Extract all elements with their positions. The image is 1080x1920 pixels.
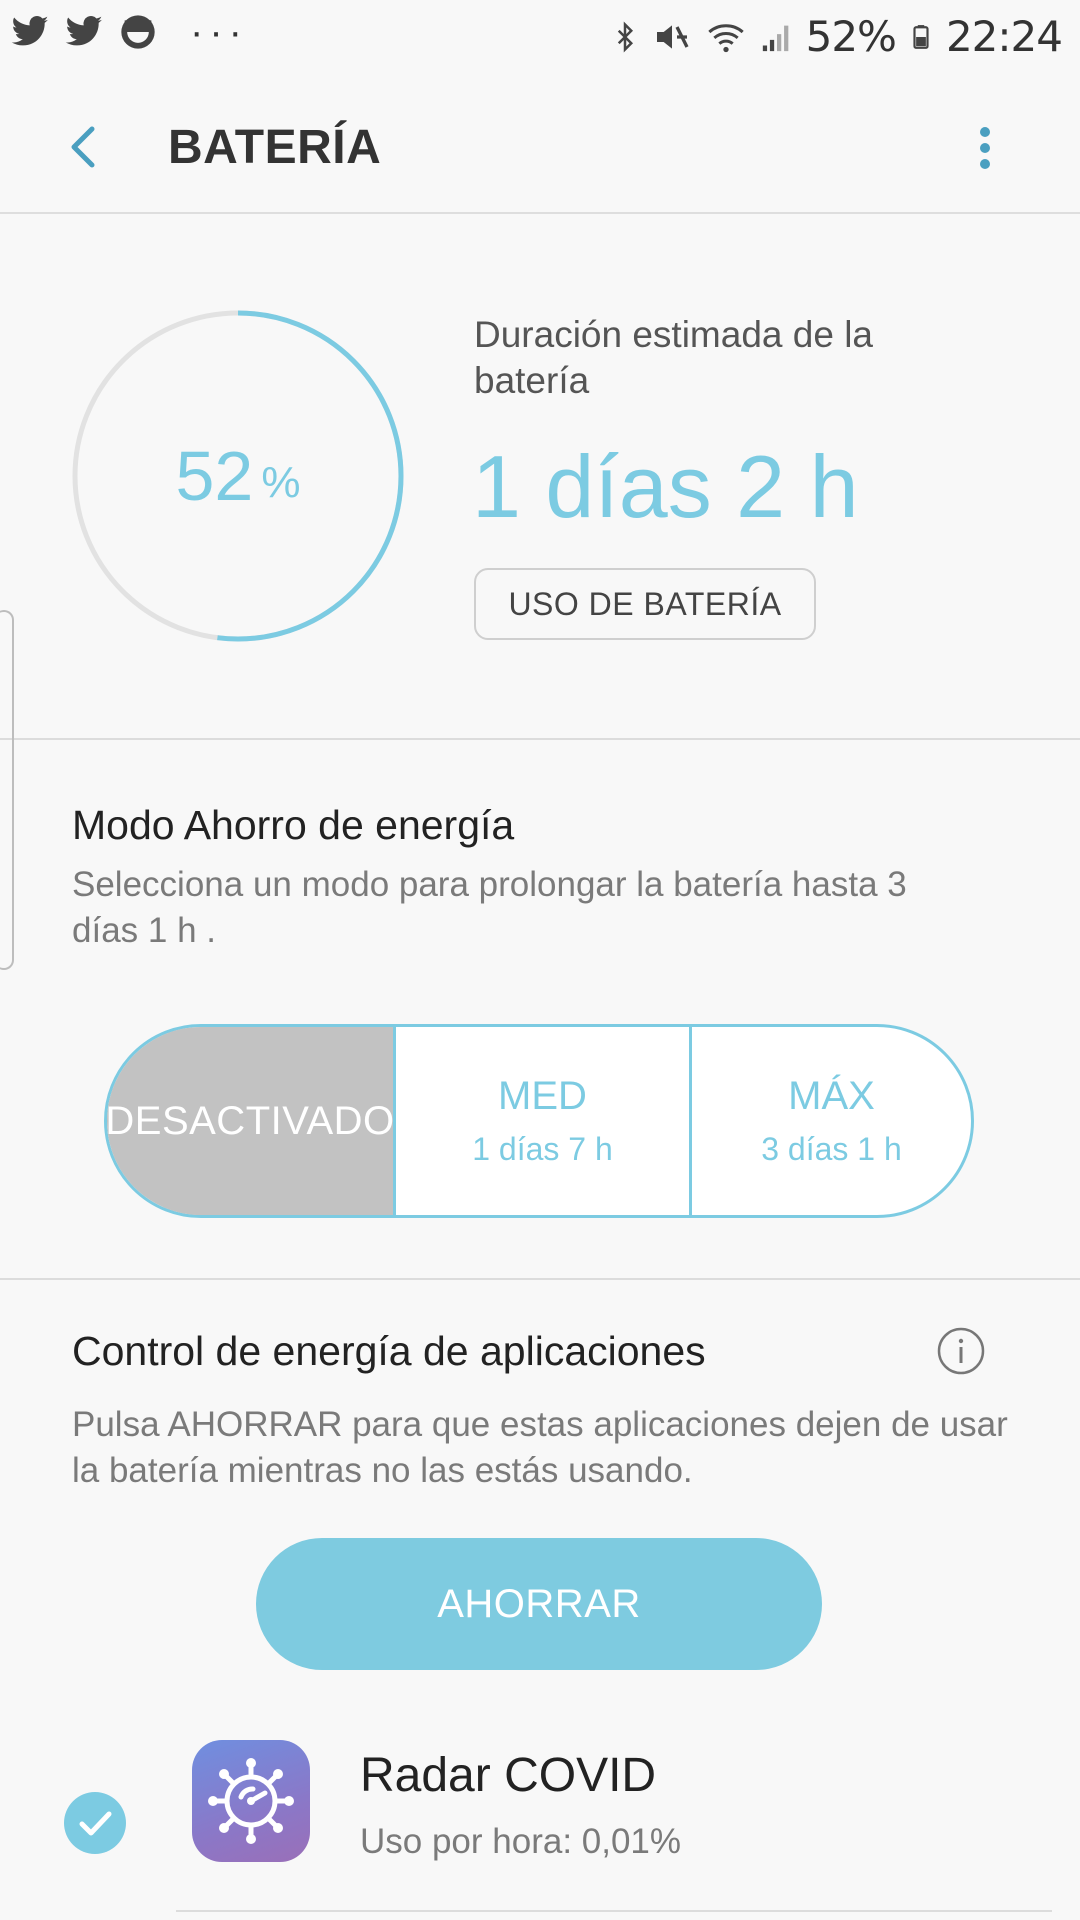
radar-covid-app-icon	[192, 1740, 310, 1862]
app-bar: BATERÍA	[0, 76, 1080, 214]
save-button[interactable]: AHORRAR	[256, 1538, 822, 1670]
battery-percent-text: 52%	[805, 12, 897, 61]
battery-summary: 52 % Duración estimada de la batería 1 d…	[0, 216, 1080, 740]
clock: 22:24	[945, 12, 1063, 61]
estimated-duration-value: 1 días 2 h	[472, 437, 859, 536]
mode-med-segment[interactable]: MED 1 días 7 h	[396, 1027, 692, 1215]
page-title: BATERÍA	[168, 121, 382, 174]
twitter-icon	[11, 16, 49, 46]
battery-level-unit: %	[261, 458, 301, 507]
checkbox-checked-icon[interactable]	[64, 1792, 126, 1854]
more-notifications-indicator: ···	[190, 10, 248, 54]
wifi-icon	[707, 23, 744, 52]
system-status-icons: 52% 22:24	[610, 12, 1063, 61]
mode-max-label: MÁX	[788, 1074, 875, 1118]
mode-max-segment[interactable]: MÁX 3 días 1 h	[692, 1027, 971, 1215]
mode-off-label: DESACTIVADO	[105, 1098, 395, 1143]
back-arrow-icon[interactable]	[52, 112, 122, 182]
battery-icon	[913, 24, 929, 49]
app-power-description: Pulsa AHORRAR para que estas aplicacione…	[72, 1405, 1008, 1490]
battery-level-value: 52	[175, 437, 254, 515]
notification-icons: ···	[10, 12, 248, 52]
power-saving-section: Modo Ahorro de energía Selecciona un mod…	[0, 742, 1080, 1280]
app-usage: Uso por hora: 0,01%	[360, 1822, 682, 1861]
mode-off-segment[interactable]: DESACTIVADO	[107, 1027, 396, 1215]
list-item[interactable]: Radar COVID Uso por hora: 0,01%	[0, 1710, 1080, 1920]
power-saving-title: Modo Ahorro de energía	[72, 802, 515, 848]
estimated-duration-label: Duración estimada de la batería	[474, 314, 873, 401]
status-bar: ··· 52% 22:24	[0, 0, 1080, 76]
more-options-icon[interactable]	[960, 112, 1010, 182]
smiley-notification-icon	[121, 15, 155, 49]
app-power-title: Control de energía de aplicaciones	[72, 1328, 706, 1374]
app-power-section: Control de energía de aplicaciones Pulsa…	[0, 1282, 1080, 1920]
power-mode-selector: DESACTIVADO MED 1 días 7 h MÁX 3 días 1 …	[104, 1024, 974, 1218]
mode-max-duration: 3 días 1 h	[761, 1131, 902, 1167]
row-divider	[176, 1910, 1052, 1912]
mode-med-label: MED	[498, 1074, 587, 1118]
battery-level-label: 52 %	[70, 308, 406, 644]
signal-icon	[762, 25, 788, 51]
vibrate-mute-icon	[656, 24, 689, 49]
power-saving-description: Selecciona un modo para prolongar la bat…	[72, 865, 907, 950]
bluetooth-icon	[617, 20, 633, 53]
virus-radar-icon	[208, 1758, 294, 1844]
app-name: Radar COVID	[360, 1749, 657, 1802]
battery-usage-button[interactable]: USO DE BATERÍA	[474, 568, 816, 640]
info-icon[interactable]	[936, 1326, 986, 1376]
mode-med-duration: 1 días 7 h	[472, 1131, 613, 1167]
twitter-icon	[65, 16, 103, 46]
